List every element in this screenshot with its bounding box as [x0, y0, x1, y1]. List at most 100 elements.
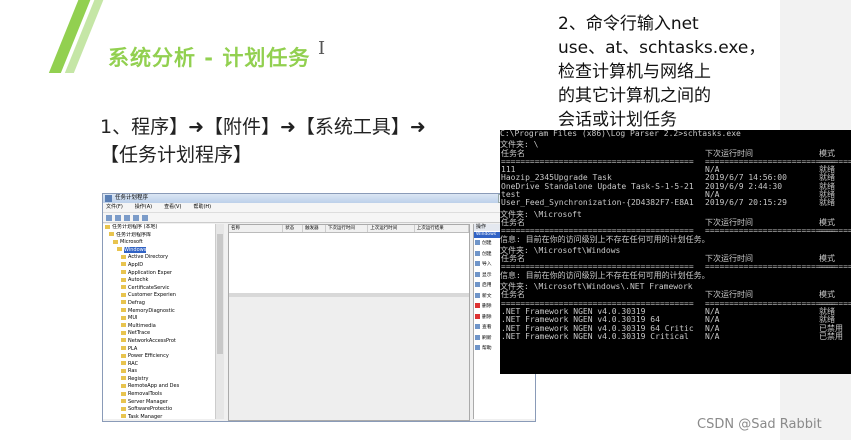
tree-item-label: 任务计划程序库	[116, 231, 152, 238]
column-header[interactable]: 上次运行结果	[415, 225, 469, 232]
tree-item[interactable]: MemoryDiagnostic	[103, 308, 223, 316]
folder-icon	[121, 399, 126, 404]
tree-item-label: Active Directory	[128, 254, 169, 261]
tree-item[interactable]: Multimedia	[103, 323, 223, 331]
column-header[interactable]: 上次运行时间	[368, 225, 415, 232]
column-header[interactable]: 触发器	[303, 225, 326, 232]
tree-item[interactable]: Power Efficiency	[103, 353, 223, 361]
tree-item[interactable]: RemovalTools	[103, 391, 223, 399]
folder-icon	[121, 262, 126, 267]
help-icon[interactable]	[142, 214, 148, 221]
action-label: 新文	[482, 293, 492, 299]
tree-item[interactable]: Registry	[103, 376, 223, 384]
tree-item[interactable]: Autochk	[103, 277, 223, 285]
tree-item[interactable]: NetTrace	[103, 330, 223, 338]
tree-item[interactable]: Server Manager	[103, 399, 223, 407]
up-icon[interactable]	[124, 214, 130, 221]
tree-item[interactable]: CertificateServic	[103, 285, 223, 293]
action-icon	[475, 292, 480, 298]
task-detail-pane	[229, 297, 469, 420]
console-info: 信息: 目前在你的访问级别上不存在任何可用的计划任务。	[500, 234, 710, 244]
tree-item[interactable]: SoftwareProtectio	[103, 406, 223, 414]
menu-item[interactable]: 操作(A)	[135, 203, 152, 212]
tree-item-label: Defrag	[128, 299, 145, 306]
task-scheduler-window: 任务计划程序 文件(F) 操作(A) 查看(V) 帮助(H) 任务计划程序 (本地) 任…	[102, 193, 536, 422]
forward-icon[interactable]	[115, 214, 121, 221]
task-list-pane: 名称 状态 触发器 下次运行时间 上次运行时间 上次运行结果	[228, 224, 470, 421]
menu-item[interactable]: 帮助(H)	[193, 203, 211, 212]
action-icon	[475, 282, 480, 287]
folder-icon	[121, 285, 126, 290]
console-separator: ========================================…	[500, 263, 851, 272]
folder-icon	[121, 323, 126, 328]
folder-icon	[121, 383, 126, 388]
folder-icon	[121, 254, 126, 259]
tree-item-label: Windows	[124, 246, 147, 253]
tree-item[interactable]: Microsoft	[103, 239, 223, 247]
tree-item[interactable]: RAC	[103, 361, 223, 369]
console-info: 信息: 目前在你的访问级别上不存在任何可用的计划任务。	[500, 270, 710, 280]
tree-item[interactable]: PLA	[103, 346, 223, 354]
tree-item[interactable]: Windows	[103, 246, 223, 255]
menu-bar: 文件(F) 操作(A) 查看(V) 帮助(H)	[103, 203, 535, 213]
folder-icon	[109, 232, 114, 237]
console-cell: .NET Framework NGEN v4.0.30319 Critical	[501, 331, 689, 341]
tree-item[interactable]: Ras	[103, 368, 223, 376]
tree-item-label: Customer Experien	[128, 292, 176, 299]
tree-item[interactable]: 任务计划程序 (本地)	[103, 224, 223, 232]
tree-item-label: PLA	[128, 345, 138, 352]
tree-item[interactable]: AppID	[103, 262, 223, 270]
folder-icon	[121, 346, 126, 350]
bullet-point-1: 1、程序】➜【附件】➜【系统工具】➜【任务计划程序】	[100, 116, 426, 166]
folder-icon	[121, 391, 126, 396]
folder-icon	[121, 338, 126, 343]
console-folder-path: 文件夹: \Microsoft	[500, 209, 582, 219]
console-task-row: OneDrive Standalone Update Task-S-1-5-21…	[500, 182, 851, 191]
tree-item[interactable]: Defrag	[103, 300, 223, 308]
back-icon[interactable]	[106, 214, 112, 221]
window-titlebar: 任务计划程序	[103, 194, 535, 203]
tree-item-label: SoftwareProtectio	[128, 406, 173, 413]
tree-item[interactable]: MUI	[103, 315, 223, 323]
folder-icon	[121, 308, 126, 313]
menu-item[interactable]: 文件(F)	[106, 203, 123, 212]
console-cell: 2019/6/7 20:15:29	[705, 198, 787, 208]
action-label: 刷新	[482, 335, 492, 341]
tree-item[interactable]: Application Exper	[103, 270, 223, 278]
folder-icon	[121, 376, 126, 381]
tree-scrollbar[interactable]	[215, 224, 224, 419]
tree-item[interactable]: Customer Experien	[103, 292, 223, 300]
column-header[interactable]: 状态	[283, 225, 304, 232]
action-label: 查看	[482, 325, 492, 330]
tree-item-label: NetworkAccessProt	[128, 337, 176, 344]
action-icon	[475, 271, 480, 277]
tree-item[interactable]: 任务计划程序库	[103, 232, 223, 240]
window-title: 任务计划程序	[115, 195, 149, 201]
tree-item[interactable]: Tcpip	[103, 421, 223, 422]
properties-icon[interactable]	[133, 214, 139, 221]
folder-icon	[121, 414, 126, 419]
console-cell: N/A	[705, 331, 720, 341]
action-label: 帮助	[482, 346, 492, 351]
console-cell: =======	[819, 226, 851, 236]
tree-item[interactable]: NetworkAccessProt	[103, 338, 223, 346]
schtasks-console: C:\Program Files (x86)\Log Parser 2.2>sc…	[500, 130, 851, 374]
tree-item[interactable]: RemoteApp and Des	[103, 383, 223, 391]
console-cell: ===========================	[705, 156, 836, 166]
menu-item[interactable]: 查看(V)	[164, 203, 181, 212]
console-cell: 就绪	[819, 198, 835, 208]
tree-item-label: 任务计划程序 (本地)	[112, 224, 158, 230]
column-header[interactable]: 名称	[229, 225, 284, 232]
folder-icon	[121, 353, 126, 358]
action-label: 删除	[482, 304, 492, 309]
folder-icon	[121, 292, 126, 297]
slide-title: 系统分析 - 计划任务	[108, 46, 311, 70]
tree-item[interactable]: Task Manager	[103, 414, 223, 421]
console-cell: ========================================	[501, 226, 694, 236]
tree-item-label: Power Efficiency	[128, 353, 169, 360]
column-header[interactable]: 下次运行时间	[326, 225, 369, 232]
action-icon	[475, 240, 480, 245]
tree-item[interactable]: Active Directory	[103, 254, 223, 262]
action-icon	[475, 324, 480, 329]
tree-item-label: Server Manager	[128, 398, 168, 405]
